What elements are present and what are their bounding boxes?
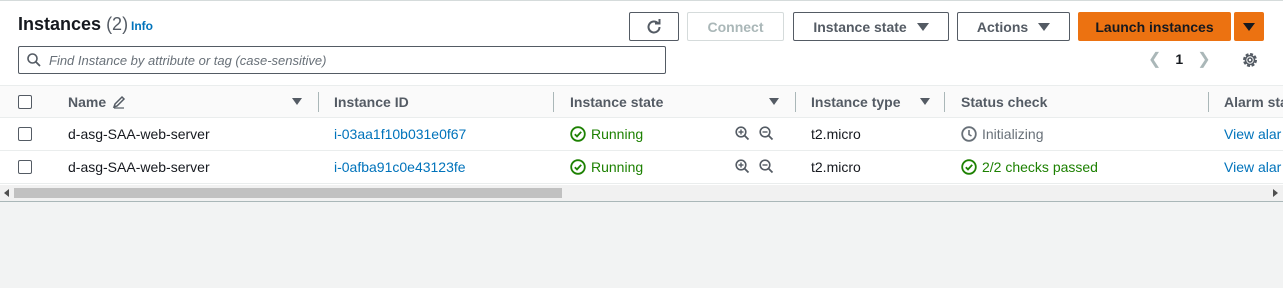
instance-state-text: Running <box>591 126 644 142</box>
instance-state-status: Running <box>570 159 643 175</box>
instance-name: d-asg-SAA-web-server <box>68 159 210 175</box>
instance-type: t2.micro <box>811 159 861 175</box>
view-alarms-link[interactable]: View alar <box>1224 126 1281 142</box>
table-row[interactable]: d-asg-SAA-web-server i-0afba91c0e43123fe… <box>0 151 1283 184</box>
instance-count: (2) <box>106 14 129 34</box>
check-circle-icon <box>961 159 977 175</box>
column-divider[interactable] <box>795 92 796 112</box>
instance-name: d-asg-SAA-web-server <box>68 126 210 142</box>
table-header: Name Instance ID Instance state Instance… <box>0 85 1283 118</box>
gear-icon[interactable] <box>1241 51 1259 69</box>
sort-caret-icon[interactable] <box>292 98 302 105</box>
instances-panel: Instances (2) Info Connect Instance stat… <box>0 0 1283 202</box>
refresh-button[interactable] <box>629 12 679 41</box>
actions-button[interactable]: Actions <box>957 12 1070 41</box>
caret-down-icon <box>1243 22 1255 31</box>
launch-instances-button[interactable]: Launch instances <box>1078 12 1231 41</box>
horizontal-scrollbar[interactable] <box>0 185 1283 201</box>
column-header-name[interactable]: Name <box>68 94 106 110</box>
search-input[interactable] <box>49 52 649 68</box>
status-check-text: 2/2 checks passed <box>982 159 1098 175</box>
column-header-instance-id[interactable]: Instance ID <box>334 94 409 110</box>
launch-dropdown-button[interactable] <box>1234 12 1264 41</box>
status-check-text: Initializing <box>982 126 1044 142</box>
caret-down-icon <box>916 22 929 31</box>
column-divider[interactable] <box>318 92 319 112</box>
chevron-left-icon[interactable]: ❮ <box>1148 49 1161 69</box>
view-alarms-link[interactable]: View alar <box>1224 159 1281 175</box>
column-divider[interactable] <box>1208 92 1209 112</box>
current-page[interactable]: 1 <box>1175 51 1183 67</box>
zoom-out-icon[interactable] <box>759 126 774 141</box>
zoom-in-icon[interactable] <box>735 159 750 174</box>
instance-state-button[interactable]: Instance state <box>793 12 949 41</box>
sort-caret-icon[interactable] <box>920 98 930 105</box>
chevron-right-icon[interactable]: ❯ <box>1197 49 1210 69</box>
status-check: 2/2 checks passed <box>961 159 1098 175</box>
sort-caret-icon[interactable] <box>769 98 779 105</box>
connect-label: Connect <box>707 18 764 35</box>
instance-type: t2.micro <box>811 126 861 142</box>
column-header-instance-state[interactable]: Instance state <box>570 94 663 110</box>
check-circle-icon <box>570 126 586 142</box>
instance-state-text: Running <box>591 159 644 175</box>
check-circle-icon <box>570 159 586 175</box>
page-title: Instances (2) <box>18 14 128 35</box>
zoom-out-icon[interactable] <box>759 159 774 174</box>
edit-icon[interactable] <box>112 95 126 109</box>
scrollbar-thumb[interactable] <box>14 188 562 198</box>
connect-button[interactable]: Connect <box>687 12 784 41</box>
column-header-alarm-status[interactable]: Alarm sta <box>1224 94 1283 110</box>
column-header-status-check[interactable]: Status check <box>961 94 1047 110</box>
info-link[interactable]: Info <box>131 19 153 33</box>
column-divider[interactable] <box>944 92 945 112</box>
launch-instances-label: Launch instances <box>1095 18 1214 35</box>
page-title-text: Instances <box>18 14 102 34</box>
clock-icon <box>961 126 977 142</box>
scroll-right-arrow-icon[interactable] <box>1273 189 1278 197</box>
select-all-checkbox[interactable] <box>18 95 32 109</box>
refresh-icon <box>647 18 661 33</box>
scroll-left-arrow-icon[interactable] <box>4 189 9 197</box>
instance-state-status: Running <box>570 126 643 142</box>
table-row[interactable]: d-asg-SAA-web-server i-03aa1f10b031e0f67… <box>0 118 1283 151</box>
column-header-instance-type[interactable]: Instance type <box>811 94 900 110</box>
instance-state-label: Instance state <box>813 18 907 35</box>
actions-label: Actions <box>976 18 1029 35</box>
search-icon <box>27 53 41 67</box>
caret-down-icon <box>1038 22 1051 31</box>
instance-id-link[interactable]: i-03aa1f10b031e0f67 <box>334 126 466 142</box>
row-checkbox[interactable] <box>18 127 32 141</box>
instance-id-link[interactable]: i-0afba91c0e43123fe <box>334 159 466 175</box>
pagination: ❮ 1 ❯ <box>1148 49 1211 69</box>
status-check: Initializing <box>961 126 1043 142</box>
search-box <box>18 46 666 74</box>
column-divider[interactable] <box>553 92 554 112</box>
zoom-in-icon[interactable] <box>735 126 750 141</box>
row-checkbox[interactable] <box>18 160 32 174</box>
